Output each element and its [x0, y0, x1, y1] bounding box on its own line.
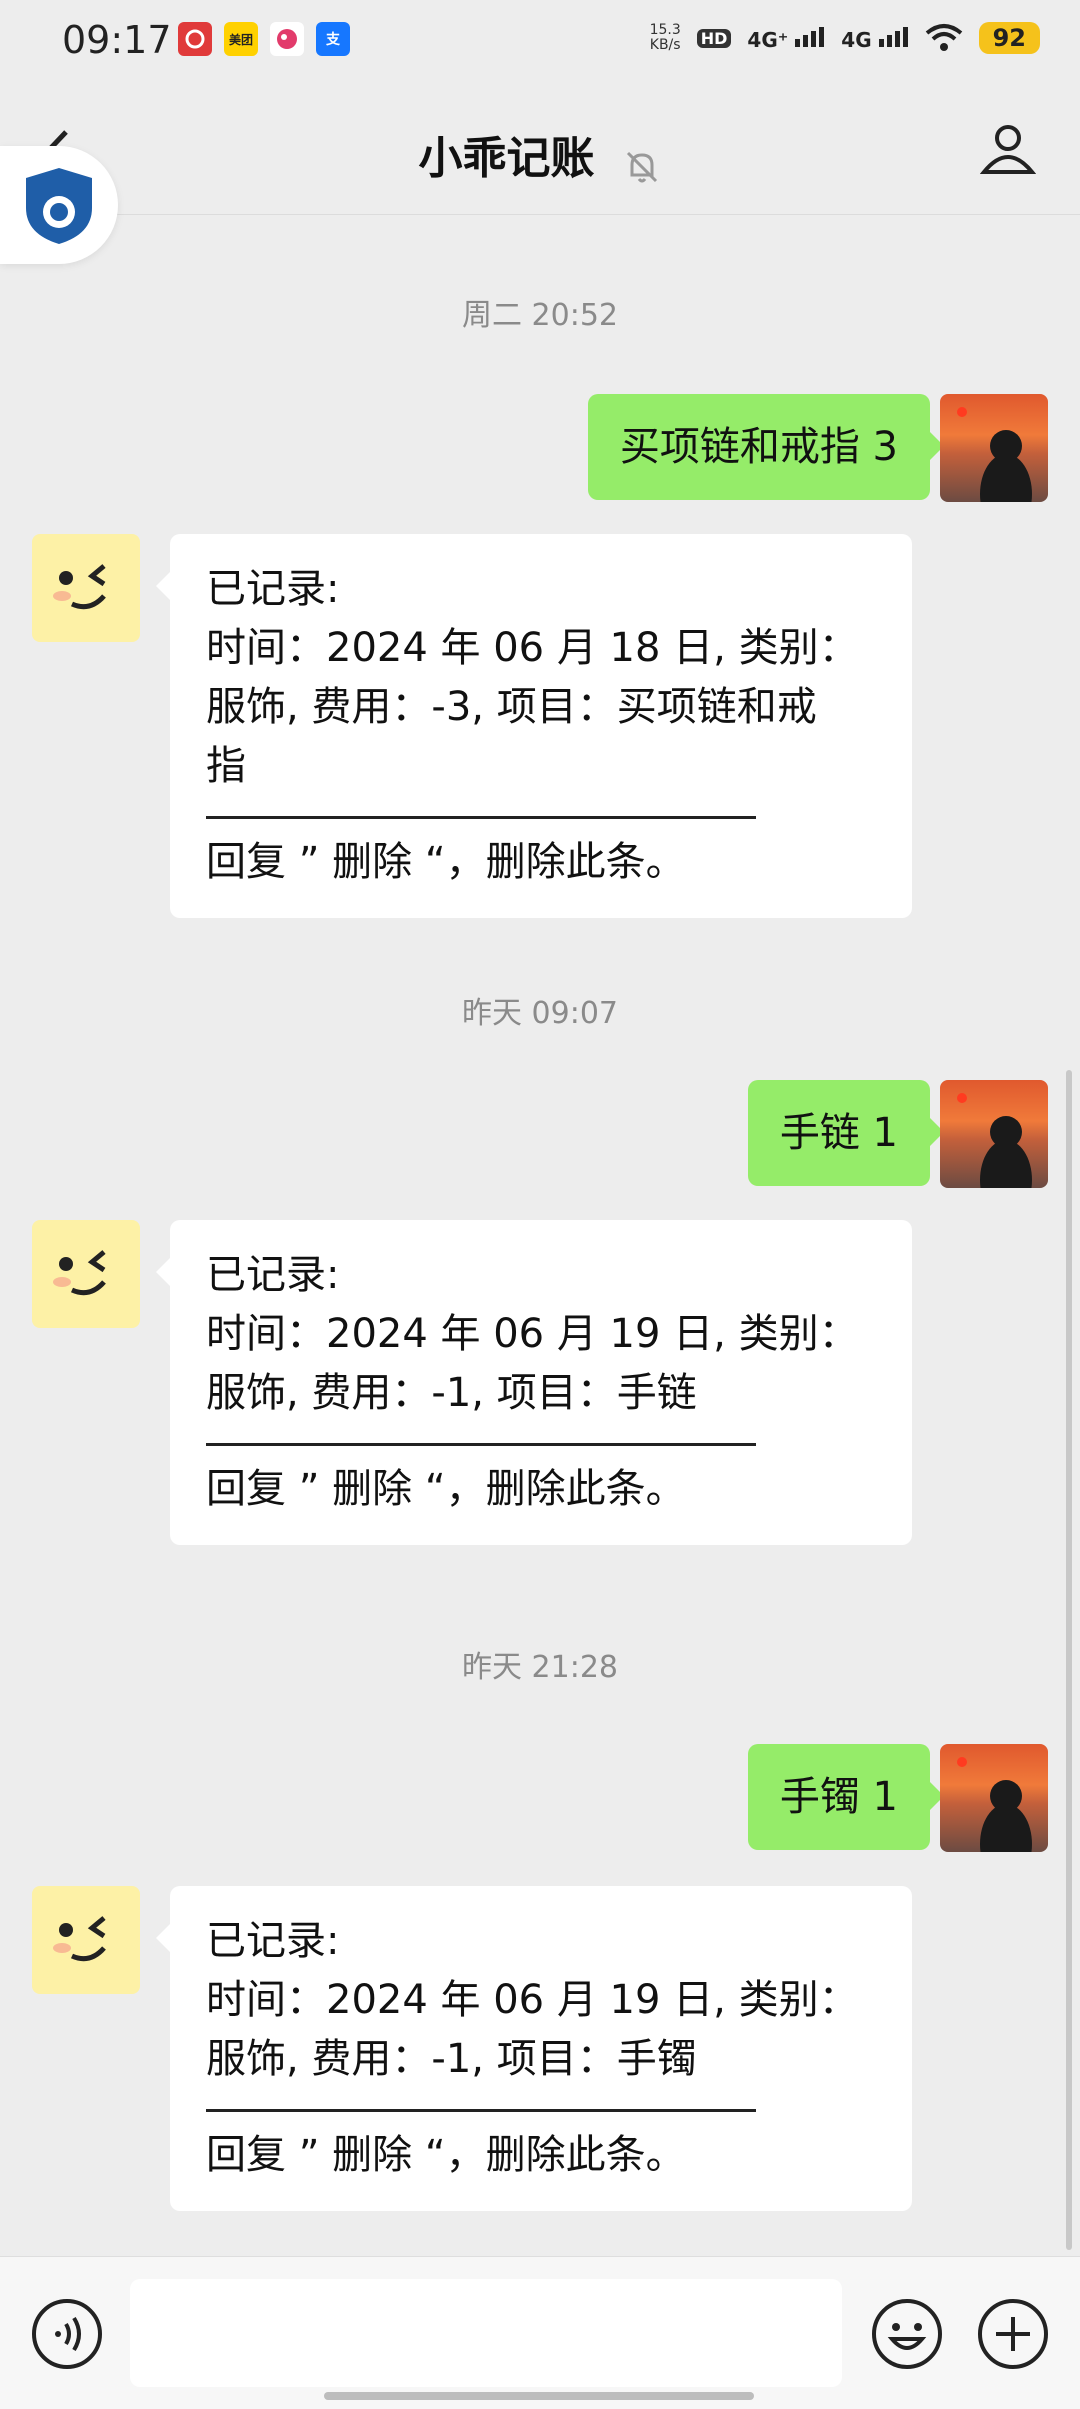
signal-bars-icon: [795, 26, 825, 47]
message-input[interactable]: [130, 2279, 842, 2387]
user-avatar[interactable]: [940, 1080, 1048, 1188]
title-area: 小乖记账: [0, 122, 1080, 191]
more-button[interactable]: [976, 2297, 1050, 2375]
timestamp: 昨天 21:28: [462, 1650, 618, 1685]
timestamp: 昨天 09:07: [462, 996, 618, 1031]
message-line: 服饰, 费用：-1, 项目：手镯: [206, 2036, 697, 2082]
floating-badge[interactable]: [0, 146, 118, 264]
divider: [206, 816, 756, 819]
message-line: 已记录:: [206, 1918, 340, 1964]
net-speed: 15.3 KB/s: [650, 23, 681, 53]
signal2-label: 4G: [841, 27, 872, 52]
signal-4g: 4G: [841, 25, 908, 52]
alipay-icon: 支: [316, 22, 350, 56]
bot-avatar[interactable]: [32, 1886, 140, 1994]
mute-bell-icon: [622, 147, 662, 191]
message-line: 时间：2024 年 06 月 19 日, 类别：: [206, 1977, 859, 2023]
message-line: 已记录:: [206, 1252, 340, 1298]
netease-music-icon: [178, 22, 212, 56]
status-time: 09:17: [62, 18, 172, 62]
message-line: 服饰, 费用：-3, 项目：买项链和戒: [206, 684, 817, 730]
net-speed-value: 15.3: [649, 22, 681, 38]
status-right: 15.3 KB/s HD 4G⁺ 4G 92: [650, 22, 1040, 54]
user-message-bubble[interactable]: 手镯 1: [747, 1744, 945, 1850]
user-message-bubble[interactable]: 买项链和戒指 3: [587, 394, 945, 500]
badge-logo-icon: [14, 160, 104, 250]
battery-indicator: 92: [978, 22, 1040, 54]
chat-info-button[interactable]: [979, 120, 1037, 180]
signal-4g-plus: 4G⁺: [747, 25, 825, 52]
voice-icon: [32, 2299, 102, 2369]
chat-title: 小乖记账: [418, 133, 595, 184]
message-line: 时间：2024 年 06 月 18 日, 类别：: [206, 625, 859, 671]
bot-message-bubble[interactable]: 已记录: 时间：2024 年 06 月 18 日, 类别： 服饰, 费用：-3,…: [156, 534, 912, 918]
meituan-icon: 美团: [224, 22, 258, 56]
message-footer: 回复 ” 删除 “，删除此条。: [206, 2132, 686, 2178]
message-line: 时间：2024 年 06 月 19 日, 类别：: [206, 1311, 859, 1357]
divider: [206, 1443, 756, 1446]
status-bar: 09:17 美团 支 15.3 KB/s HD 4G⁺ 4G 92: [0, 0, 1080, 84]
bot-message-bubble[interactable]: 已记录: 时间：2024 年 06 月 19 日, 类别： 服饰, 费用：-1,…: [156, 1220, 912, 1545]
plus-icon: [978, 2299, 1048, 2369]
home-indicator[interactable]: [324, 2392, 754, 2400]
app-icon: [270, 22, 304, 56]
divider: [206, 2109, 756, 2112]
person-icon: [979, 125, 1037, 174]
user-avatar[interactable]: [940, 1744, 1048, 1852]
bot-message-bubble[interactable]: 已记录: 时间：2024 年 06 月 19 日, 类别： 服饰, 费用：-1,…: [156, 1886, 912, 2211]
message-line: 服饰, 费用：-1, 项目：手链: [206, 1370, 697, 1416]
wifi-icon: [925, 24, 962, 51]
user-avatar[interactable]: [940, 394, 1048, 502]
input-bar: [0, 2256, 1080, 2409]
bot-avatar[interactable]: [32, 534, 140, 642]
status-app-icons: 美团 支: [178, 22, 350, 56]
bot-avatar[interactable]: [32, 1220, 140, 1328]
message-line: 已记录:: [206, 566, 340, 612]
message-line: 指: [206, 743, 246, 789]
timestamp: 周二 20:52: [462, 298, 618, 333]
hd-badge: HD: [696, 28, 732, 48]
message-footer: 回复 ” 删除 “，删除此条。: [206, 839, 686, 885]
scrollbar[interactable]: [1066, 1070, 1072, 2250]
signal1-label: 4G⁺: [747, 27, 789, 52]
signal-bars-icon: [878, 26, 908, 47]
emoji-button[interactable]: [870, 2297, 944, 2375]
message-footer: 回复 ” 删除 “，删除此条。: [206, 1466, 686, 1512]
voice-input-button[interactable]: [30, 2297, 104, 2375]
chat-header: 小乖记账: [0, 84, 1080, 215]
user-message-bubble[interactable]: 手链 1: [747, 1080, 945, 1186]
emoji-icon: [872, 2299, 942, 2369]
net-speed-unit: KB/s: [649, 37, 681, 53]
